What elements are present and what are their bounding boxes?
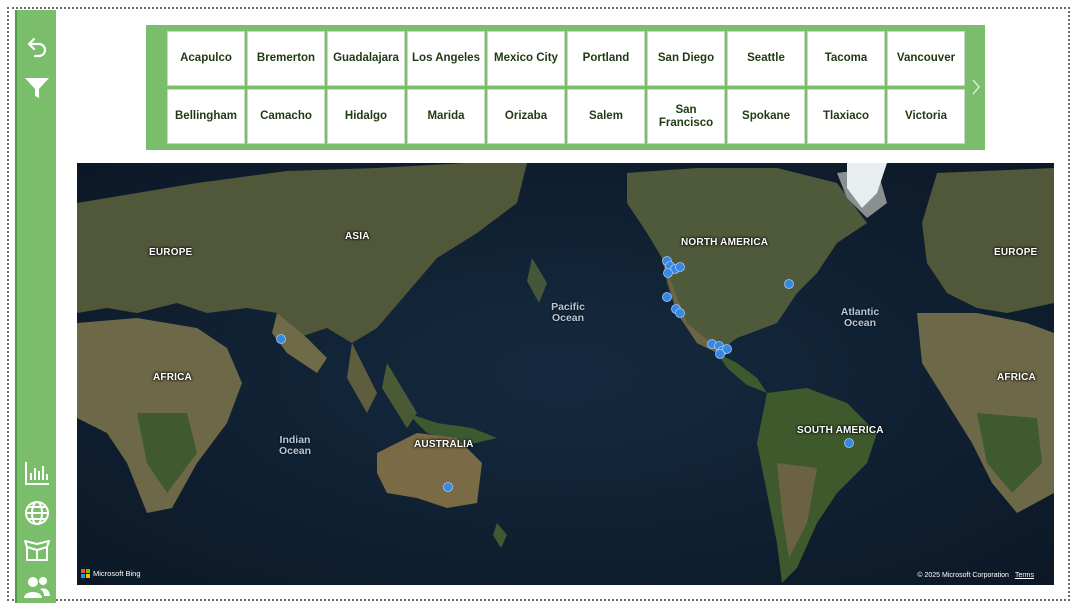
city-tile[interactable]: Victoria [887, 89, 965, 144]
map-label-europe: EUROPE [994, 247, 1038, 258]
city-tile[interactable]: Mexico City [487, 31, 565, 86]
map-marker [443, 482, 453, 492]
map-label-africa: AFRICA [153, 372, 192, 383]
map-copyright: © 2025 Microsoft Corporation Terms [917, 572, 1034, 579]
city-tile[interactable]: Hidalgo [327, 89, 405, 144]
map-label-north-america: NORTH AMERICA [681, 237, 769, 248]
city-tile[interactable]: Orizaba [487, 89, 565, 144]
box-icon[interactable] [17, 534, 56, 566]
map-marker [663, 268, 673, 278]
city-tile[interactable]: San Francisco [647, 89, 725, 144]
city-tile[interactable]: Salem [567, 89, 645, 144]
map-label-indian-ocean: Indian Ocean [278, 434, 312, 457]
bing-attribution-text: Microsoft Bing [93, 569, 141, 578]
city-tile[interactable]: San Diego [647, 31, 725, 86]
people-icon[interactable] [17, 571, 56, 603]
map-terrain [77, 163, 1054, 585]
city-tile[interactable]: Bellingham [167, 89, 245, 144]
map-label-africa: AFRICA [997, 372, 1036, 383]
city-slicer: Acapulco Bremerton Guadalajara Los Angel… [146, 25, 985, 150]
bing-attribution: Microsoft Bing [81, 569, 141, 578]
map-label-europe: EUROPE [149, 247, 193, 258]
city-tile[interactable]: Guadalajara [327, 31, 405, 86]
map-label-australia: AUSTRALIA [414, 439, 474, 450]
map-marker [784, 279, 794, 289]
back-icon[interactable] [17, 30, 56, 62]
map-marker [715, 349, 725, 359]
city-tile[interactable]: Tlaxiaco [807, 89, 885, 144]
city-tile[interactable]: Portland [567, 31, 645, 86]
map-marker [675, 262, 685, 272]
city-tile[interactable]: Seattle [727, 31, 805, 86]
globe-icon[interactable] [17, 497, 56, 529]
city-tile[interactable]: Los Angeles [407, 31, 485, 86]
city-slicer-grid: Acapulco Bremerton Guadalajara Los Angel… [167, 31, 965, 144]
city-tile[interactable]: Tacoma [807, 31, 885, 86]
map-label-atlantic-ocean: Atlantic Ocean [840, 306, 880, 329]
copyright-text: © 2025 Microsoft Corporation [917, 572, 1009, 579]
map-label-asia: ASIA [345, 231, 370, 242]
map-marker [675, 308, 685, 318]
filter-icon[interactable] [17, 72, 56, 104]
city-tile[interactable]: Vancouver [887, 31, 965, 86]
map-marker [662, 292, 672, 302]
terms-link[interactable]: Terms [1015, 572, 1034, 579]
map-marker [276, 334, 286, 344]
map-label-south-america: SOUTH AMERICA [797, 425, 884, 436]
city-tile[interactable]: Spokane [727, 89, 805, 144]
map-marker [844, 438, 854, 448]
city-tile[interactable]: Marida [407, 89, 485, 144]
city-tile[interactable]: Bremerton [247, 31, 325, 86]
chevron-right-icon[interactable] [971, 78, 981, 96]
sidebar [15, 10, 56, 603]
map-label-pacific-ocean: Pacific Ocean [551, 301, 585, 324]
world-map[interactable]: EUROPE ASIA NORTH AMERICA EUROPE AFRICA … [77, 163, 1054, 585]
city-tile[interactable]: Acapulco [167, 31, 245, 86]
city-tile[interactable]: Camacho [247, 89, 325, 144]
bar-chart-icon[interactable] [17, 457, 56, 489]
microsoft-logo-icon [81, 569, 90, 578]
